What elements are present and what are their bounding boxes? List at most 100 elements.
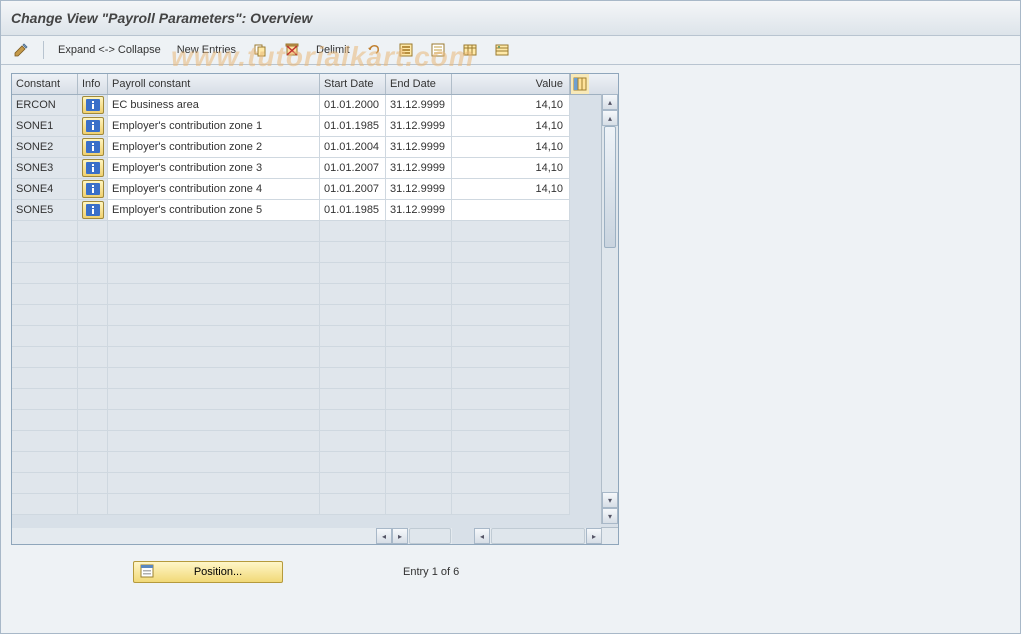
cell-empty[interactable]	[78, 368, 108, 389]
cell-empty[interactable]	[386, 242, 452, 263]
table-row-empty[interactable]	[12, 347, 618, 368]
cell-empty[interactable]	[108, 221, 320, 242]
table-row-empty[interactable]	[12, 452, 618, 473]
cell-empty[interactable]	[386, 473, 452, 494]
cell-empty[interactable]	[320, 305, 386, 326]
cell-empty[interactable]	[386, 263, 452, 284]
hscroll-right-track[interactable]	[491, 528, 585, 544]
cell-value[interactable]: 14,10	[452, 116, 570, 137]
cell-constant[interactable]: SONE4	[12, 179, 78, 200]
table-row[interactable]: ERCONEC business area01.01.200031.12.999…	[12, 95, 618, 116]
scroll-up-button[interactable]: ▴	[602, 94, 618, 110]
table-row-empty[interactable]	[12, 389, 618, 410]
cell-start-date[interactable]: 01.01.2004	[320, 137, 386, 158]
col-header-end-date[interactable]: End Date	[386, 74, 452, 94]
cell-empty[interactable]	[386, 389, 452, 410]
cell-empty[interactable]	[386, 326, 452, 347]
cell-empty[interactable]	[452, 284, 570, 305]
cell-start-date[interactable]: 01.01.1985	[320, 116, 386, 137]
col-header-constant[interactable]: Constant	[12, 74, 78, 94]
cell-empty[interactable]	[12, 410, 78, 431]
cell-empty[interactable]	[320, 389, 386, 410]
cell-empty[interactable]	[452, 431, 570, 452]
table-row-empty[interactable]	[12, 263, 618, 284]
cell-empty[interactable]	[108, 473, 320, 494]
info-button[interactable]	[82, 117, 104, 135]
cell-empty[interactable]	[452, 305, 570, 326]
table-row-empty[interactable]	[12, 284, 618, 305]
cell-empty[interactable]	[108, 305, 320, 326]
cell-empty[interactable]	[12, 284, 78, 305]
cell-constant[interactable]: ERCON	[12, 95, 78, 116]
table-row-empty[interactable]	[12, 242, 618, 263]
copy-button[interactable]	[246, 39, 274, 61]
new-entries-button[interactable]: New Entries	[171, 39, 242, 61]
cell-empty[interactable]	[78, 494, 108, 515]
cell-empty[interactable]	[386, 347, 452, 368]
cell-empty[interactable]	[78, 347, 108, 368]
info-button[interactable]	[82, 201, 104, 219]
cell-empty[interactable]	[320, 242, 386, 263]
cell-start-date[interactable]: 01.01.2000	[320, 95, 386, 116]
cell-payroll-constant[interactable]: Employer's contribution zone 2	[108, 137, 320, 158]
cell-empty[interactable]	[108, 389, 320, 410]
cell-empty[interactable]	[78, 431, 108, 452]
cell-constant[interactable]: SONE1	[12, 116, 78, 137]
cell-empty[interactable]	[12, 263, 78, 284]
table-row[interactable]: SONE3Employer's contribution zone 301.01…	[12, 158, 618, 179]
cell-value[interactable]: 14,10	[452, 137, 570, 158]
cell-empty[interactable]	[386, 452, 452, 473]
scroll-down-step-button[interactable]: ▾	[602, 492, 618, 508]
cell-empty[interactable]	[452, 221, 570, 242]
table-row-empty[interactable]	[12, 326, 618, 347]
col-header-info[interactable]: Info	[78, 74, 108, 94]
hscroll-left-track[interactable]	[409, 528, 451, 544]
cell-empty[interactable]	[452, 347, 570, 368]
cell-empty[interactable]	[320, 347, 386, 368]
cell-empty[interactable]	[320, 452, 386, 473]
delimit-button[interactable]: Delimit	[310, 39, 356, 61]
cell-empty[interactable]	[320, 284, 386, 305]
table-row[interactable]: SONE5Employer's contribution zone 501.01…	[12, 200, 618, 221]
deselect-all-button[interactable]	[424, 39, 452, 61]
cell-empty[interactable]	[12, 221, 78, 242]
cell-empty[interactable]	[78, 452, 108, 473]
cell-empty[interactable]	[12, 389, 78, 410]
cell-empty[interactable]	[12, 452, 78, 473]
table-row-empty[interactable]	[12, 494, 618, 515]
table-row-empty[interactable]	[12, 368, 618, 389]
cell-empty[interactable]	[12, 431, 78, 452]
cell-empty[interactable]	[108, 431, 320, 452]
table-row[interactable]: SONE1Employer's contribution zone 101.01…	[12, 116, 618, 137]
cell-empty[interactable]	[78, 242, 108, 263]
info-button[interactable]	[82, 138, 104, 156]
cell-empty[interactable]	[386, 305, 452, 326]
cell-empty[interactable]	[452, 242, 570, 263]
table-row-empty[interactable]	[12, 221, 618, 242]
table-row-empty[interactable]	[12, 431, 618, 452]
cell-empty[interactable]	[12, 242, 78, 263]
cell-payroll-constant[interactable]: Employer's contribution zone 4	[108, 179, 320, 200]
cell-empty[interactable]	[12, 473, 78, 494]
cell-empty[interactable]	[108, 242, 320, 263]
cell-empty[interactable]	[386, 431, 452, 452]
cell-empty[interactable]	[320, 263, 386, 284]
hscroll-right-next[interactable]: ▸	[586, 528, 602, 544]
cell-constant[interactable]: SONE5	[12, 200, 78, 221]
cell-empty[interactable]	[108, 326, 320, 347]
info-button[interactable]	[82, 180, 104, 198]
cell-value[interactable]: 14,10	[452, 95, 570, 116]
cell-start-date[interactable]: 01.01.1985	[320, 200, 386, 221]
cell-empty[interactable]	[108, 347, 320, 368]
cell-end-date[interactable]: 31.12.9999	[386, 95, 452, 116]
cell-value[interactable]: 14,10	[452, 179, 570, 200]
cell-empty[interactable]	[78, 305, 108, 326]
cell-empty[interactable]	[108, 452, 320, 473]
cell-empty[interactable]	[78, 389, 108, 410]
cell-empty[interactable]	[386, 410, 452, 431]
cell-empty[interactable]	[78, 326, 108, 347]
cell-empty[interactable]	[452, 473, 570, 494]
hscroll-right-prev[interactable]: ◂	[474, 528, 490, 544]
cell-end-date[interactable]: 31.12.9999	[386, 116, 452, 137]
cell-constant[interactable]: SONE3	[12, 158, 78, 179]
